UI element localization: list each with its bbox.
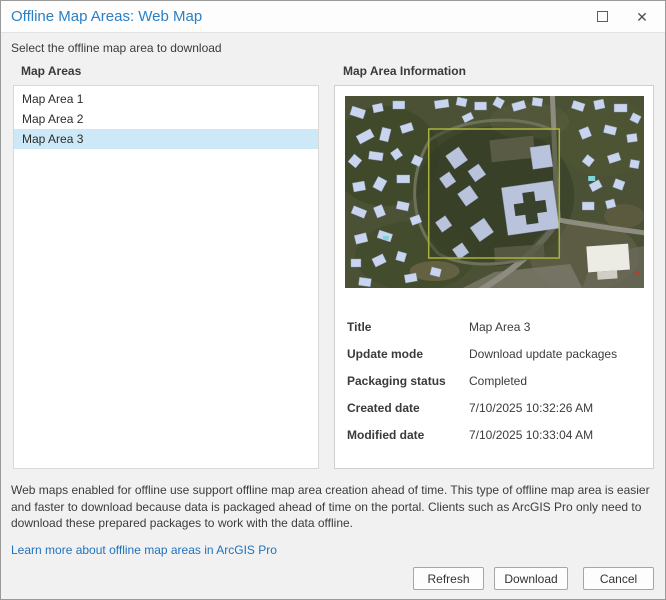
list-item-map-area-1[interactable]: Map Area 1 — [14, 89, 318, 109]
map-areas-list: Map Area 1 Map Area 2 Map Area 3 — [13, 85, 319, 469]
download-button[interactable]: Download — [494, 567, 568, 590]
info-value-created-date: 7/10/2025 10:32:26 AM — [469, 401, 593, 415]
map-area-info-table: Title Map Area 3 Update mode Download up… — [347, 314, 645, 449]
info-row-title: Title Map Area 3 — [347, 314, 645, 341]
satellite-thumbnail-art — [345, 96, 644, 288]
maximize-button[interactable] — [585, 1, 619, 32]
info-value-modified-date: 7/10/2025 10:33:04 AM — [469, 428, 593, 442]
refresh-button[interactable]: Refresh — [413, 567, 484, 590]
info-label-packaging-status: Packaging status — [347, 374, 446, 388]
offline-maps-description: Web maps enabled for offline use support… — [11, 482, 657, 532]
window-maximize-icon — [597, 11, 608, 22]
map-area-information-header: Map Area Information — [343, 64, 466, 78]
window-title: Offline Map Areas: Web Map — [11, 1, 202, 33]
list-item-map-area-2[interactable]: Map Area 2 — [14, 109, 318, 129]
info-label-created-date: Created date — [347, 401, 420, 415]
window-close-icon: ✕ — [636, 10, 648, 24]
info-row-packaging-status: Packaging status Completed — [347, 368, 645, 395]
info-label-update-mode: Update mode — [347, 347, 423, 361]
cancel-button[interactable]: Cancel — [583, 567, 654, 590]
info-value-title: Map Area 3 — [469, 320, 530, 334]
map-areas-header: Map Areas — [21, 64, 81, 78]
info-label-modified-date: Modified date — [347, 428, 424, 442]
info-row-modified-date: Modified date 7/10/2025 10:33:04 AM — [347, 422, 645, 449]
close-button[interactable]: ✕ — [625, 1, 659, 32]
info-row-created-date: Created date 7/10/2025 10:32:26 AM — [347, 395, 645, 422]
offline-map-areas-dialog: Offline Map Areas: Web Map ✕ Select the … — [0, 0, 666, 600]
satellite-map-thumbnail — [345, 96, 644, 288]
list-item-map-area-3[interactable]: Map Area 3 — [14, 129, 318, 149]
dialog-instruction: Select the offline map area to download — [11, 41, 222, 55]
learn-more-link[interactable]: Learn more about offline map areas in Ar… — [11, 543, 277, 557]
title-bar: Offline Map Areas: Web Map ✕ — [1, 1, 665, 33]
info-value-update-mode: Download update packages — [469, 347, 617, 361]
map-area-information-panel: Title Map Area 3 Update mode Download up… — [334, 85, 654, 469]
info-value-packaging-status: Completed — [469, 374, 527, 388]
info-label-title: Title — [347, 320, 371, 334]
info-row-update-mode: Update mode Download update packages — [347, 341, 645, 368]
